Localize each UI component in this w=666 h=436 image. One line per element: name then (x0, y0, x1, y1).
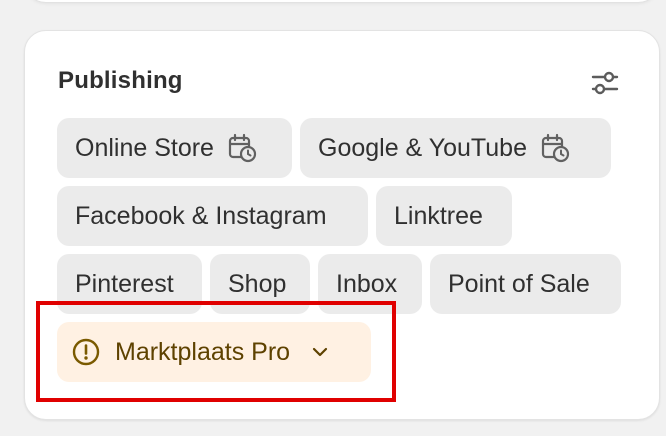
channel-label: Google & YouTube (318, 133, 527, 162)
channel-label: Pinterest (75, 269, 174, 298)
calendar-clock-icon (228, 133, 257, 163)
card-title: Publishing (58, 67, 183, 94)
channel-google-youtube[interactable]: Google & YouTube (300, 118, 611, 178)
channel-point-of-sale[interactable]: Point of Sale (430, 254, 621, 314)
manage-channels-button[interactable] (587, 65, 623, 101)
channel-label: Online Store (75, 133, 214, 162)
channel-linktree[interactable]: Linktree (376, 186, 512, 246)
channel-label: Point of Sale (448, 269, 590, 298)
channel-label: Inbox (336, 269, 398, 298)
previous-card (24, 0, 660, 2)
channel-label: Facebook & Instagram (75, 201, 327, 230)
sliders-icon (591, 71, 619, 95)
channel-online-store[interactable]: Online Store (57, 118, 292, 178)
channel-facebook-instagram[interactable]: Facebook & Instagram (57, 186, 368, 246)
channel-label: Linktree (394, 201, 483, 230)
calendar-clock-icon (541, 133, 570, 163)
channel-label: Shop (228, 269, 287, 298)
highlight-annotation (36, 301, 396, 402)
